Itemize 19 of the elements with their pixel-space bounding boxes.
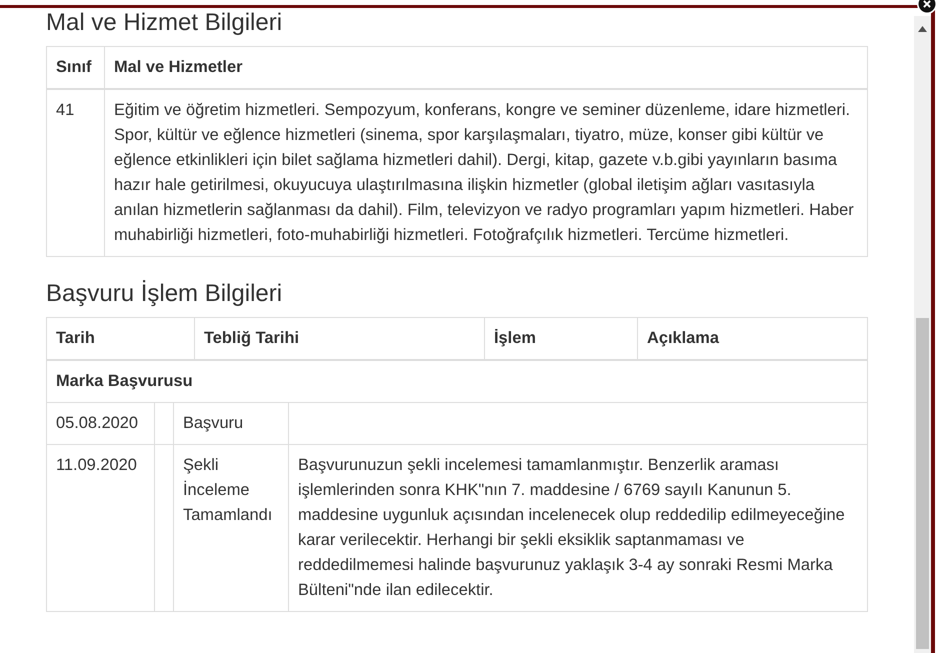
column-header: Tarih: [55, 328, 96, 349]
column-header: Tebliğ Tarihi: [194, 318, 484, 359]
column-header: Sınıf: [55, 57, 93, 78]
table-cell-text: 41: [55, 100, 76, 121]
column-header: İşlem: [484, 318, 637, 359]
table-cell: Başvuru: [173, 403, 288, 444]
column-header: Mal ve Hizmetler: [104, 47, 867, 88]
column-header: Açıklama: [637, 318, 867, 359]
up-arrow-icon[interactable]: [918, 26, 927, 32]
group-title: Marka Başvurusu: [55, 371, 194, 392]
section-title: Başvuru İşlem Bilgileri: [46, 279, 284, 309]
section-title: Mal ve Hizmet Bilgileri: [46, 8, 284, 38]
table-cell: Başvurunuzun şekli incelemesi tamamlanmıştır. Benzerlik araması işlemlerinden sonra KHK"nın 7. maddesine / 6769 sayılı Kanunun 5. maddesine uygunluk açısından incelenecek olup reddedilip edilmeyeceğine karar verilecektir. Herhangi bir şekli eksiklik saptanmaması ve reddedilmemesi halinde başvurunuz yaklaşık 3-4 ay sonraki Resmi Marka Bülteni"nde ilan edilecektir.: [288, 445, 867, 611]
table-cell: Eğitim ve öğretim hizmetleri. Sempozyum, konferans, kongre ve seminer düzenleme, idare hizmetleri. Spor, kültür ve eğlence hizmetleri (sinema, spor karşılaşmaları, tiyatro, müze, konser gibi kültür ve eğlence etkinlikleri için bilet sağlama hizmetleri dahil). Dergi, kitap, gazete v.b.gibi yayınların basıma hazır hale getirilmesi, okuyucuya ulaştırılmasına ilişkin hizmetler (global iletişim ağları vasıtasıyla anılan hizmetlerin sağlanması da dahil). Film, televizyon ve radyo programları yapım hizmetleri. Haber muhabirliği hizmetleri, foto-muhabirliği hizmetleri. Fotoğrafçılık hizmetleri. Tercüme hizmetleri.: [104, 90, 867, 256]
close-icon[interactable]: [917, 0, 937, 14]
table-cell-text: 05.08.2020: [55, 413, 140, 434]
table-cell: Şekli İnceleme Tamamlandı: [173, 445, 288, 611]
scrollbar[interactable]: [914, 16, 931, 653]
table-cell-text: 11.09.2020: [55, 455, 138, 476]
